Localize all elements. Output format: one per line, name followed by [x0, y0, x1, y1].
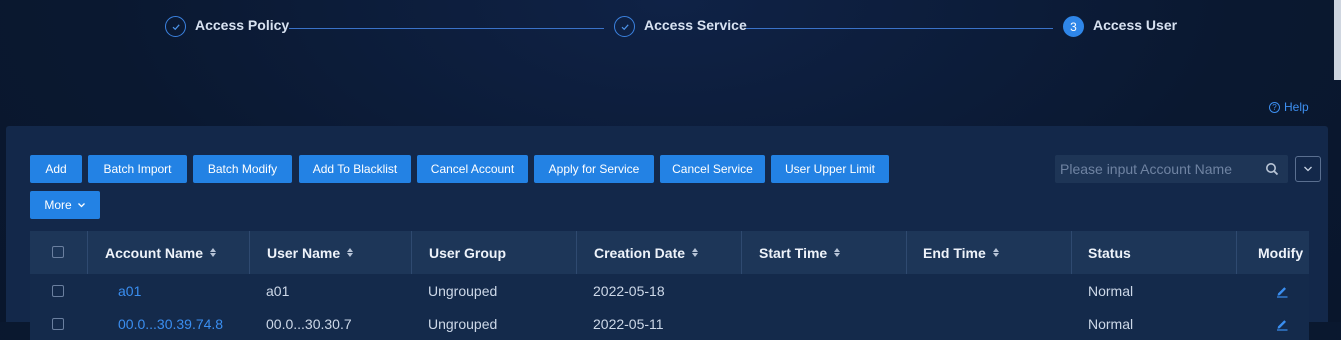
column-status: Status [1071, 231, 1236, 274]
column-user-group: User Group [411, 231, 576, 274]
column-label: User Group [429, 244, 507, 261]
step-connector [746, 28, 1053, 29]
step-label: Access Service [644, 16, 747, 33]
step-label: Access Policy [195, 16, 290, 33]
user-name-cell: a01 [266, 282, 290, 299]
status-cell: Normal [1088, 315, 1134, 332]
row-checkbox[interactable] [52, 318, 64, 330]
column-settings-dropdown[interactable] [1295, 156, 1321, 182]
select-all-checkbox[interactable] [52, 246, 64, 258]
column-label: Start Time [759, 244, 828, 261]
creation-date-cell: 2022-05-11 [593, 315, 664, 332]
chevron-down-icon [1304, 166, 1312, 172]
column-label: Creation Date [594, 244, 686, 261]
column-modify: Modify [1236, 231, 1309, 274]
account-search [1055, 155, 1288, 183]
search-input[interactable] [1055, 155, 1262, 183]
table-row: a01 a01 Ungrouped 2022-05-18 Normal [30, 274, 1309, 308]
check-icon [165, 16, 186, 37]
edit-icon[interactable] [1275, 274, 1289, 307]
batch-import-button[interactable]: Batch Import [88, 155, 187, 183]
sort-icon[interactable] [347, 248, 354, 257]
scrollbar[interactable] [1334, 0, 1341, 80]
status-cell: Normal [1088, 282, 1134, 299]
help-label: Help [1284, 100, 1309, 114]
add-to-blacklist-button[interactable]: Add To Blacklist [299, 155, 411, 183]
edit-icon[interactable] [1275, 307, 1289, 340]
column-label: End Time [923, 244, 986, 261]
sort-icon[interactable] [992, 248, 999, 257]
stepper: Access Policy Access Service 3 Access Us… [0, 0, 1341, 60]
sort-icon[interactable] [692, 248, 699, 257]
column-label: Status [1088, 244, 1131, 261]
step-connector [289, 28, 604, 29]
check-icon [614, 16, 635, 37]
user-name-cell: 00.0...30.30.7 [266, 315, 352, 332]
table-header: Account Name User Name User Group Creati… [30, 231, 1309, 274]
table-row: 00.0...30.39.74.8 00.0...30.30.7 Ungroup… [30, 307, 1309, 340]
column-creation-date[interactable]: Creation Date [576, 231, 741, 274]
apply-for-service-button[interactable]: Apply for Service [534, 155, 654, 183]
sort-icon[interactable] [210, 248, 217, 257]
column-label: User Name [267, 244, 341, 261]
account-name-link[interactable]: a01 [118, 274, 141, 307]
more-label: More [44, 198, 72, 212]
step-number-badge: 3 [1063, 16, 1084, 37]
creation-date-cell: 2022-05-18 [593, 282, 665, 299]
step-access-user[interactable]: 3 Access User [1063, 16, 1177, 37]
help-link[interactable]: ? Help [1269, 100, 1309, 114]
cancel-service-button[interactable]: Cancel Service [660, 155, 765, 183]
batch-modify-button[interactable]: Batch Modify [193, 155, 292, 183]
step-label: Access User [1093, 16, 1178, 33]
column-label: Modify [1258, 244, 1304, 261]
user-upper-limit-button[interactable]: User Upper Limit [771, 155, 889, 183]
user-group-cell: Ungrouped [428, 282, 498, 299]
column-user-name[interactable]: User Name [249, 231, 411, 274]
column-start-time[interactable]: Start Time [741, 231, 906, 274]
account-name-link[interactable]: 00.0...30.39.74.8 [118, 307, 223, 340]
row-checkbox[interactable] [52, 285, 64, 297]
column-account-name[interactable]: Account Name [87, 231, 249, 274]
chevron-down-icon [77, 203, 85, 208]
help-circle-icon: ? [1269, 101, 1280, 113]
step-access-policy[interactable]: Access Policy [165, 16, 289, 37]
sort-icon[interactable] [834, 248, 841, 257]
search-icon[interactable] [1265, 162, 1279, 176]
cancel-account-button[interactable]: Cancel Account [417, 155, 528, 183]
add-button[interactable]: Add [30, 155, 82, 183]
user-group-cell: Ungrouped [428, 315, 498, 332]
column-end-time[interactable]: End Time [906, 231, 1071, 274]
more-button[interactable]: More [30, 191, 100, 219]
column-label: Account Name [105, 244, 204, 261]
step-access-service[interactable]: Access Service [614, 16, 747, 37]
